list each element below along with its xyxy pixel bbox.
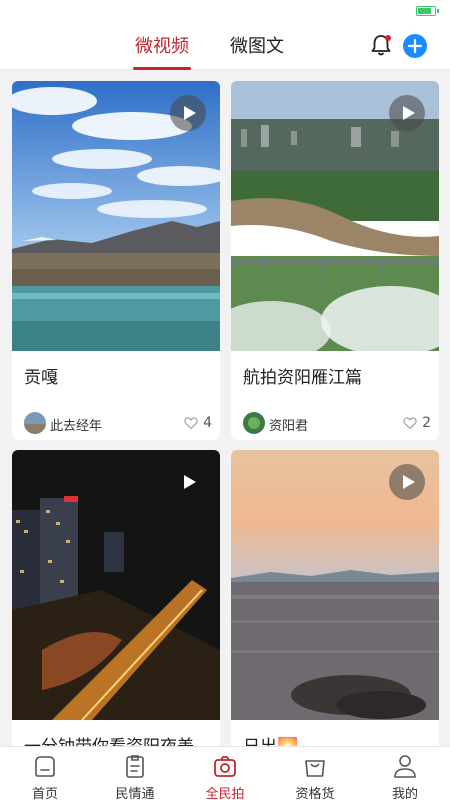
- video-grid: 贡嘎 此去经年 4 航拍资阳雁江篇 资阳君 2: [0, 70, 450, 746]
- video-title: 航拍资阳雁江篇: [243, 368, 362, 388]
- heart-icon: [184, 417, 198, 430]
- nav-item-me[interactable]: 我的: [360, 747, 450, 800]
- add-button[interactable]: [403, 34, 427, 58]
- video-card[interactable]: 贡嘎 此去经年 4: [12, 81, 220, 440]
- video-card[interactable]: 日出🌅: [231, 450, 439, 746]
- video-title: 一分钟带你看资阳夜美: [24, 732, 194, 746]
- like-count: 4: [203, 415, 212, 431]
- nav-item-zigehuo[interactable]: 资格货: [270, 747, 360, 800]
- camera-icon: [214, 756, 236, 777]
- plus-icon: [407, 38, 423, 54]
- tab-micro-article[interactable]: 微图文: [230, 32, 284, 58]
- nav-label: 民情通: [115, 787, 155, 800]
- shopping-bag-icon: [305, 760, 325, 777]
- video-card[interactable]: 一分钟带你看资阳夜美: [12, 450, 220, 746]
- nav-item-minqingtong[interactable]: 民情通: [90, 747, 180, 800]
- header: 微视频 微图文: [0, 22, 450, 70]
- bell-icon[interactable]: [368, 32, 394, 58]
- play-icon[interactable]: [170, 464, 206, 500]
- avatar: [243, 412, 265, 434]
- tab-micro-video[interactable]: 微视频: [133, 32, 191, 70]
- status-bar: [0, 0, 450, 22]
- clipboard-icon: [126, 755, 144, 778]
- video-card[interactable]: 航拍资阳雁江篇 资阳君 2: [231, 81, 439, 440]
- play-icon[interactable]: [170, 95, 206, 131]
- nav-label: 首页: [31, 787, 58, 800]
- like-count: 2: [422, 415, 431, 431]
- bottom-nav: 首页 民情通 全民拍 资格货 我的: [0, 746, 450, 800]
- video-title: 日出🌅: [243, 732, 298, 746]
- nav-label: 资格货: [295, 787, 335, 800]
- avatar: [24, 412, 46, 434]
- nav-label: 我的: [391, 787, 418, 800]
- battery-icon: [416, 6, 439, 16]
- nav-item-home[interactable]: 首页: [0, 747, 90, 800]
- nav-item-quanminpai[interactable]: 全民拍: [180, 747, 270, 800]
- heart-icon: [403, 417, 417, 430]
- play-icon[interactable]: [389, 95, 425, 131]
- video-title: 贡嘎: [24, 368, 58, 388]
- nav-label: 全民拍: [205, 787, 245, 800]
- home-icon: [35, 756, 55, 777]
- author-name: 此去经年: [50, 419, 103, 434]
- play-icon[interactable]: [389, 464, 425, 500]
- user-icon: [394, 755, 416, 778]
- author-name: 资阳君: [269, 419, 309, 434]
